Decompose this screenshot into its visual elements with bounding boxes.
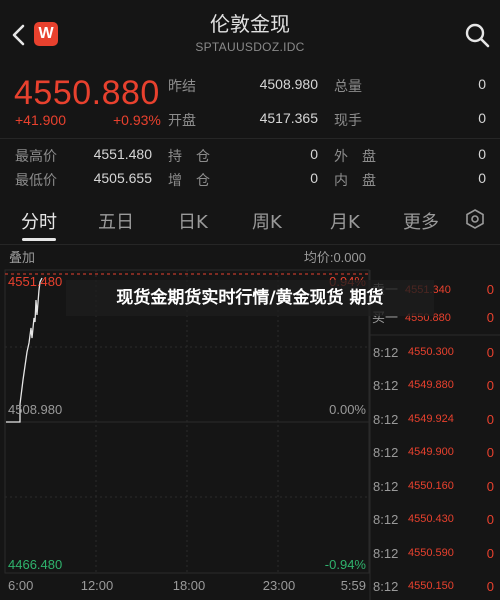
search-icon[interactable]: [464, 22, 490, 48]
inner-value: 0: [478, 170, 486, 186]
trade-time: 8:12: [373, 546, 399, 561]
low-label: 最低价: [15, 173, 57, 189]
outer-label: 外 盘: [334, 149, 376, 165]
increase-value: 0: [310, 170, 318, 186]
price-line: [6, 277, 43, 423]
quote-divider: [0, 138, 500, 139]
y-axis-bottom: 4466.480: [8, 557, 62, 572]
page-title: 伦敦金现: [210, 12, 290, 36]
trade-time: 8:12: [373, 512, 399, 527]
buy-one-volume: 0: [487, 310, 494, 325]
avg-price-label: 均价:0.000: [304, 250, 366, 265]
trade-price: 4550.150: [408, 580, 454, 592]
chevron-left-icon[interactable]: [8, 22, 30, 48]
prev-close-label: 昨结: [168, 79, 196, 95]
tabs-divider: [0, 244, 500, 245]
trade-volume: 0: [486, 412, 494, 427]
price-change-percent: +0.93%: [113, 112, 161, 128]
x-tick-4: 5:59: [341, 578, 366, 593]
trade-row: 8:12 4550.150 0: [370, 579, 500, 600]
tab-weekly-k[interactable]: 周K: [252, 208, 282, 234]
tab-daily-k[interactable]: 日K: [178, 208, 208, 234]
prev-close-value: 4508.980: [259, 76, 318, 92]
outer-value: 0: [478, 146, 486, 162]
hold-label: 持 仓: [168, 149, 210, 165]
tab-monthly-k[interactable]: 月K: [330, 208, 360, 234]
trade-volume: 0: [486, 579, 494, 594]
price-change: +41.900: [15, 112, 66, 128]
trade-time: 8:12: [373, 412, 399, 427]
trade-row: 8:12 4550.300 0: [370, 345, 500, 379]
x-tick-0: 6:00: [8, 578, 33, 593]
high-value: 4551.480: [93, 146, 152, 162]
trade-row: 8:12 4549.924 0: [370, 412, 500, 446]
trade-time: 8:12: [373, 345, 399, 360]
trade-time: 8:12: [373, 445, 399, 460]
trade-price: 4549.880: [408, 379, 454, 391]
trade-row: 8:12 4550.160 0: [370, 479, 500, 513]
trade-volume: 0: [486, 378, 494, 393]
trade-time: 8:12: [373, 579, 399, 594]
trade-price: 4549.900: [408, 446, 454, 458]
trade-price: 4550.430: [408, 513, 454, 525]
active-tab-indicator: [22, 238, 56, 241]
x-tick-1: 12:00: [81, 578, 114, 593]
trade-time: 8:12: [373, 378, 399, 393]
y-axis-bottom-pct: -0.94%: [325, 557, 367, 572]
low-value: 4505.655: [93, 170, 152, 186]
total-volume-label: 总量: [334, 79, 362, 95]
y-axis-mid: 4508.980: [8, 402, 62, 417]
increase-label: 增 仓: [168, 173, 210, 189]
current-hand-label: 现手: [334, 113, 362, 129]
sell-one-volume: 0: [487, 282, 494, 297]
symbol-code: SPTAUUSDOZ.IDC: [195, 40, 305, 54]
tab-five-day[interactable]: 五日: [98, 208, 134, 234]
trade-row: 8:12 4549.880 0: [370, 378, 500, 412]
overlay-label: 叠加: [9, 250, 35, 265]
high-label: 最高价: [15, 149, 57, 165]
tab-intraday[interactable]: 分时: [21, 208, 57, 234]
trade-price: 4549.924: [408, 413, 454, 425]
trade-row: 8:12 4549.900 0: [370, 445, 500, 479]
y-axis-mid-pct: 0.00%: [329, 402, 366, 417]
trade-price: 4550.160: [408, 480, 454, 492]
hold-value: 0: [310, 146, 318, 162]
inner-label: 内 盘: [334, 173, 376, 189]
y-axis-top: 4551.480: [8, 274, 62, 289]
total-volume-value: 0: [478, 76, 486, 92]
headline-banner: 现货金期货实时行情/黄金现货 期货: [66, 280, 434, 316]
x-tick-2: 18:00: [173, 578, 206, 593]
trade-volume: 0: [486, 345, 494, 360]
brand-logo: W: [34, 22, 58, 46]
trade-price: 4550.300: [408, 346, 454, 358]
trade-time: 8:12: [373, 479, 399, 494]
tab-more[interactable]: 更多: [403, 208, 439, 234]
open-label: 开盘: [168, 113, 196, 129]
current-hand-value: 0: [478, 110, 486, 126]
trade-volume: 0: [486, 512, 494, 527]
trade-price: 4550.590: [408, 547, 454, 559]
trade-volume: 0: [486, 546, 494, 561]
open-value: 4517.365: [259, 110, 318, 126]
last-price: 4550.880: [14, 74, 160, 112]
trade-row: 8:12 4550.430 0: [370, 512, 500, 546]
x-tick-3: 23:00: [263, 578, 296, 593]
trade-volume: 0: [486, 445, 494, 460]
trade-volume: 0: [486, 479, 494, 494]
app-header: W 伦敦金现 SPTAUUSDOZ.IDC: [0, 0, 500, 62]
settings-icon[interactable]: [464, 208, 486, 230]
trade-row: 8:12 4550.590 0: [370, 546, 500, 580]
